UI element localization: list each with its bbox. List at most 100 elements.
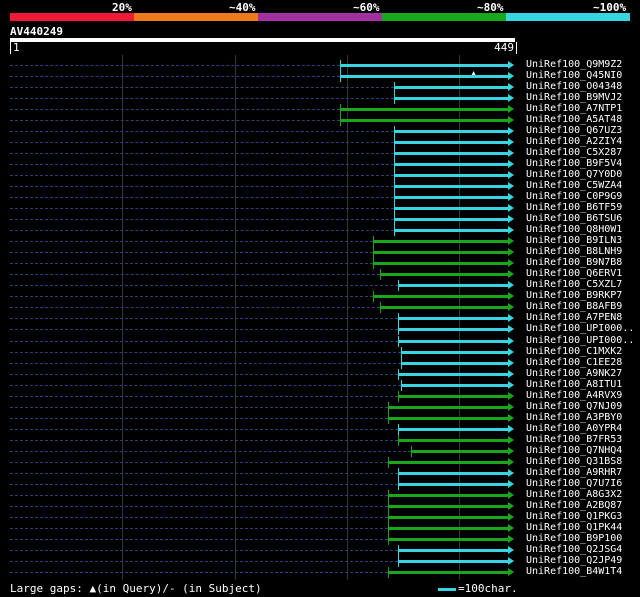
hit-arrow-icon <box>508 94 514 103</box>
hit-arrow-icon <box>508 204 514 213</box>
hit-arrow-icon <box>508 479 514 488</box>
hit-bar[interactable] <box>340 119 508 123</box>
hit-arrow-icon <box>508 259 514 268</box>
unaligned-region <box>10 252 374 254</box>
hit-arrow-icon <box>508 105 514 114</box>
hit-bar[interactable] <box>393 97 508 101</box>
unaligned-region <box>10 560 398 562</box>
hit-arrow-icon <box>508 149 514 158</box>
hit-bar[interactable] <box>373 295 508 299</box>
hit-arrow-icon <box>508 567 514 576</box>
hit-arrow-icon <box>508 171 514 180</box>
hit-bar[interactable] <box>380 273 508 277</box>
hit-arrow-icon <box>508 303 514 312</box>
hit-bar[interactable] <box>397 548 508 552</box>
hit-bar[interactable] <box>393 141 508 145</box>
unaligned-region <box>10 450 412 452</box>
unaligned-region <box>10 208 394 210</box>
hit-bar[interactable] <box>387 515 508 519</box>
hit-arrow-icon <box>508 391 514 400</box>
unaligned-region <box>10 461 388 463</box>
hit-bar[interactable] <box>397 559 508 563</box>
hit-bar[interactable] <box>387 416 508 420</box>
hit-arrow-icon <box>508 182 514 191</box>
hit-bar[interactable] <box>340 108 508 112</box>
unaligned-region <box>10 417 388 419</box>
hit-arrow-icon <box>508 468 514 477</box>
hit-bar[interactable] <box>340 64 508 67</box>
hit-arrow-icon <box>508 215 514 224</box>
hit-bar[interactable] <box>397 317 508 321</box>
hit-bar[interactable] <box>393 218 508 222</box>
unaligned-region <box>10 362 402 364</box>
scale-label: =100char. <box>458 582 518 595</box>
scale-swatch <box>438 587 456 591</box>
hit-name-link[interactable]: UniRef100_B4W1T4 <box>526 566 622 578</box>
hit-bar[interactable] <box>340 75 508 79</box>
hit-bar[interactable] <box>393 185 508 189</box>
hit-bar[interactable] <box>397 427 508 431</box>
hit-bar[interactable] <box>387 537 508 541</box>
hit-bar[interactable] <box>401 350 508 354</box>
hit-bar[interactable] <box>397 394 508 398</box>
hit-bar[interactable] <box>373 240 508 244</box>
hit-bar[interactable] <box>373 262 508 266</box>
hit-bar[interactable] <box>397 372 508 376</box>
hit-bar[interactable] <box>380 306 508 310</box>
hit-arrow-icon <box>508 457 514 466</box>
hit-bar[interactable] <box>387 405 508 409</box>
hit-bar[interactable] <box>397 339 508 343</box>
hit-bar[interactable] <box>387 460 508 464</box>
hit-arrow-icon <box>508 83 514 92</box>
hit-bar[interactable] <box>397 471 508 475</box>
unaligned-region <box>10 373 398 375</box>
hit-bar[interactable] <box>393 130 508 134</box>
hit-arrow-icon <box>508 160 514 169</box>
hit-arrow-icon <box>508 116 514 125</box>
hit-bar[interactable] <box>387 504 508 508</box>
hit-arrow-icon <box>508 512 514 521</box>
unaligned-region <box>10 395 398 397</box>
unaligned-region <box>10 384 402 386</box>
hit-bar[interactable] <box>397 284 508 288</box>
hit-bar[interactable] <box>411 449 508 453</box>
hit-arrow-icon <box>508 424 514 433</box>
gap-legend: Large gaps: ▲(in Query)/- (in Subject) <box>10 582 262 595</box>
hit-arrow-icon <box>508 358 514 367</box>
hit-arrow-icon <box>508 270 514 279</box>
hit-bar[interactable] <box>393 229 508 233</box>
hit-bar[interactable] <box>397 438 508 442</box>
hit-arrow-icon <box>508 72 514 81</box>
hit-bar[interactable] <box>387 526 508 530</box>
hit-arrow-icon <box>508 556 514 565</box>
hit-bar[interactable] <box>393 174 508 178</box>
hit-bar[interactable] <box>393 152 508 156</box>
hit-arrow-icon <box>508 490 514 499</box>
hit-bar[interactable] <box>401 361 508 365</box>
hit-arrow-icon <box>508 127 514 136</box>
hit-bar[interactable] <box>397 482 508 486</box>
hit-row[interactable]: UniRef100_B4W1T4 <box>0 566 640 578</box>
unaligned-region <box>10 263 374 265</box>
unaligned-region <box>10 120 341 122</box>
unaligned-region <box>10 142 394 144</box>
hit-bar[interactable] <box>401 383 508 387</box>
hit-bar[interactable] <box>373 251 508 255</box>
hit-list: UniRef100_Q9M9Z2 ▲ UniRef100_Q45NI0 UniRef1… <box>0 0 640 597</box>
hit-bar[interactable] <box>393 207 508 211</box>
scale-legend: =100char. <box>438 582 518 595</box>
unaligned-region <box>10 307 381 309</box>
unaligned-region <box>10 538 388 540</box>
hit-bar[interactable] <box>397 328 508 332</box>
hit-bar[interactable] <box>387 570 508 574</box>
unaligned-region <box>10 571 388 573</box>
hit-arrow-icon <box>508 446 514 455</box>
hit-bar[interactable] <box>393 163 508 167</box>
hit-bar[interactable] <box>393 196 508 200</box>
hit-bar[interactable] <box>393 86 508 90</box>
hit-arrow-icon <box>508 501 514 510</box>
hit-arrow-icon <box>508 281 514 290</box>
hit-bar[interactable] <box>387 493 508 497</box>
unaligned-region <box>10 241 374 243</box>
hit-arrow-icon <box>508 523 514 532</box>
